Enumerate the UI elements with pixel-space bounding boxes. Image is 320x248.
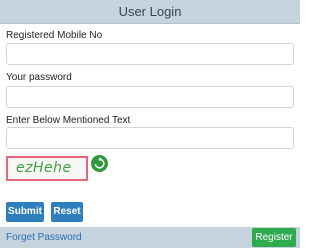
captcha-input-label: Enter Below Mentioned Text [6,115,131,126]
panel-footer: Forget Password Register [0,227,300,248]
mobile-label: Registered Mobile No [6,30,103,41]
mobile-input[interactable] [6,43,294,65]
password-label: Your password [6,72,72,83]
reset-button[interactable]: Reset [51,202,83,222]
captcha-image: ezHehe [6,156,88,181]
password-input[interactable] [6,86,294,108]
register-button[interactable]: Register [252,228,296,247]
panel-header: User Login [0,0,300,24]
refresh-icon[interactable] [91,155,108,172]
panel-title: User Login [118,4,182,19]
captcha-text: ezHehe [16,160,72,176]
login-panel: User Login Registered Mobile No Your pas… [0,0,300,248]
forgot-password-link[interactable]: Forget Password [6,232,82,243]
submit-button[interactable]: Submit [6,202,44,222]
captcha-input[interactable] [6,127,294,149]
